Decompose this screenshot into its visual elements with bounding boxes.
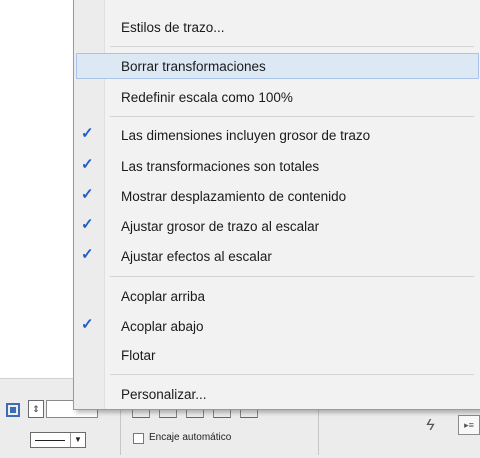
menu-item-label: Acoplar abajo <box>121 319 204 334</box>
menu-item-float[interactable]: Flotar <box>74 342 479 368</box>
menu-item-adjust-effects[interactable]: ✓ Ajustar efectos al escalar <box>74 243 479 269</box>
menu-item-label: Ajustar grosor de trazo al escalar <box>121 219 320 234</box>
stroke-preview <box>35 440 65 441</box>
checkmark-icon: ✓ <box>81 156 94 173</box>
panel-menu-button[interactable]: ▸≡ <box>458 415 480 435</box>
menu-item-dock-top[interactable]: Acoplar arriba <box>74 283 479 309</box>
menu-item-label: Flotar <box>121 348 156 363</box>
menu-item-label: Borrar transformaciones <box>121 59 266 74</box>
menu-item-show-content-offset[interactable]: ✓ Mostrar desplazamiento de contenido <box>74 183 479 209</box>
menu-item-customize[interactable]: Personalizar... <box>74 381 479 407</box>
menu-item-label: Estilos de trazo... <box>121 20 225 35</box>
menu-item-dock-bottom[interactable]: ✓ Acoplar abajo <box>74 313 479 339</box>
chevron-down-icon: ▼ <box>70 433 85 447</box>
menu-item-redefine-scale[interactable]: Redefinir escala como 100% <box>74 84 479 110</box>
checkmark-icon: ✓ <box>81 125 94 142</box>
menu-item-stroke-styles[interactable]: Estilos de trazo... <box>74 14 479 40</box>
auto-fit-label: Encaje automático <box>149 432 232 443</box>
menu-item-label: Redefinir escala como 100% <box>121 90 293 105</box>
menu-item-dimensions-include-stroke[interactable]: ✓ Las dimensiones incluyen grosor de tra… <box>74 122 479 148</box>
menu-item-adjust-stroke-weight[interactable]: ✓ Ajustar grosor de trazo al escalar <box>74 213 479 239</box>
menu-separator <box>110 374 474 375</box>
stepper-icon[interactable]: ⇕ <box>28 400 44 418</box>
menu-item-label: Las dimensiones incluyen grosor de trazo <box>121 128 371 143</box>
menu-item-label: Ajustar efectos al escalar <box>121 249 272 264</box>
menu-separator <box>110 276 474 277</box>
checkmark-icon: ✓ <box>81 216 94 233</box>
checkmark-icon: ✓ <box>81 316 94 333</box>
menu-separator <box>110 116 474 117</box>
menu-item-clear-transformations[interactable]: Borrar transformaciones <box>76 53 479 79</box>
menu-item-label: Acoplar arriba <box>121 289 206 304</box>
checkmark-icon: ✓ <box>81 186 94 203</box>
menu-item-label: Mostrar desplazamiento de contenido <box>121 189 347 204</box>
stroke-type-select[interactable]: ▼ <box>30 432 86 448</box>
lightning-icon[interactable]: ϟ <box>426 417 434 435</box>
menu-item-label: Las transformaciones son totales <box>121 159 320 174</box>
menu-item-label: Personalizar... <box>121 387 207 402</box>
context-menu: Estilos de trazo... Borrar transformacio… <box>73 0 480 410</box>
menu-separator <box>110 46 474 47</box>
menu-item-transformations-total[interactable]: ✓ Las transformaciones son totales <box>74 153 479 179</box>
checkmark-icon: ✓ <box>81 246 94 263</box>
reference-point-icon[interactable] <box>6 403 20 417</box>
auto-fit-checkbox[interactable] <box>133 433 144 444</box>
